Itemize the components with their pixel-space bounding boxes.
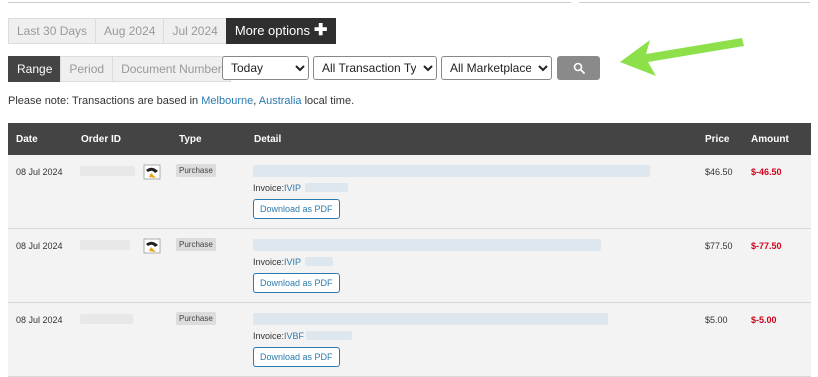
row-amount: $-46.50 [751, 167, 782, 177]
table-row: 08 Jul 2024 Purchase Invoice:IVBF Downlo… [8, 303, 811, 377]
green-arrow-annotation [620, 38, 744, 76]
marketplace-logo-icon [143, 164, 161, 180]
invoice-number-redacted [305, 183, 348, 192]
filter-mode-period[interactable]: Period [60, 56, 114, 82]
row-date: 08 Jul 2024 [16, 315, 63, 325]
timezone-city-link[interactable]: Melbourne [201, 95, 253, 107]
invoice-prefix[interactable]: IVIP [284, 257, 301, 267]
date-range-select[interactable]: Today [222, 56, 309, 80]
row-price: $46.50 [705, 167, 733, 177]
more-options-button[interactable]: More options ✚ [225, 18, 337, 44]
quick-range-aug-2024[interactable]: Aug 2024 [95, 18, 165, 44]
order-id-redacted [80, 314, 133, 324]
header-amount: Amount [751, 134, 789, 145]
invoice-prefix[interactable]: IVBF [284, 331, 304, 341]
quick-range-last-30-days[interactable]: Last 30 Days [8, 18, 97, 44]
transactions-table: Date Order ID Type Detail Price Amount 0… [8, 123, 811, 377]
transaction-type-select[interactable]: All Transaction Types [313, 56, 437, 80]
row-price: $77.50 [705, 241, 733, 251]
invoice-line: Invoice:IVBF [253, 331, 304, 341]
row-amount: $-5.00 [751, 315, 777, 325]
invoice-line: Invoice:IVIP [253, 183, 301, 193]
download-pdf-button[interactable]: Download as PDF [253, 199, 340, 219]
invoice-line: Invoice:IVIP [253, 257, 301, 267]
timezone-comma: , [253, 95, 257, 107]
timezone-note: Please note: Transactions are based in M… [8, 95, 354, 107]
filter-mode-document-number[interactable]: Document Number [112, 56, 231, 82]
timezone-note-prefix: Please note: Transactions are based in [8, 95, 199, 107]
filter-mode-group: Range Period Document Number [8, 56, 231, 82]
row-price: $5.00 [705, 315, 728, 325]
header-order-id: Order ID [81, 134, 122, 145]
invoice-label: Invoice: [253, 183, 285, 193]
order-id-redacted [80, 166, 135, 176]
filter-mode-range[interactable]: Range [8, 56, 62, 82]
top-field-border-left [8, 0, 571, 3]
detail-redacted [253, 165, 650, 177]
invoice-number-redacted [306, 331, 352, 340]
row-amount: $-77.50 [751, 241, 782, 251]
invoice-label: Invoice: [253, 331, 285, 341]
type-badge: Purchase [176, 312, 216, 325]
invoice-number-redacted [305, 257, 333, 266]
detail-redacted [253, 313, 608, 325]
detail-redacted [253, 239, 601, 251]
header-detail: Detail [254, 134, 282, 145]
order-id-redacted [80, 240, 130, 250]
invoice-label: Invoice: [253, 257, 285, 267]
table-row: 08 Jul 2024 Purchase Invoice:IVIP Downlo… [8, 155, 811, 229]
timezone-country-link[interactable]: Australia [259, 95, 302, 107]
download-pdf-button[interactable]: Download as PDF [253, 347, 340, 367]
timezone-note-suffix: local time. [304, 95, 355, 107]
top-field-border-right [579, 0, 810, 3]
marketplace-select[interactable]: All Marketplaces [441, 56, 552, 80]
header-date: Date [16, 134, 38, 145]
type-badge: Purchase [176, 238, 216, 251]
table-row: 08 Jul 2024 Purchase Invoice:IVIP Downlo… [8, 229, 811, 303]
row-date: 08 Jul 2024 [16, 241, 63, 251]
invoice-prefix[interactable]: IVIP [284, 183, 301, 193]
download-pdf-button[interactable]: Download as PDF [253, 273, 340, 293]
marketplace-logo-icon [143, 238, 161, 254]
header-price: Price [705, 134, 730, 145]
plus-icon: ✚ [313, 22, 328, 39]
quick-range-group: Last 30 Days Aug 2024 Jul 2024 More opti… [8, 18, 337, 44]
header-type: Type [179, 134, 202, 145]
search-icon [573, 62, 585, 74]
row-date: 08 Jul 2024 [16, 167, 63, 177]
quick-range-jul-2024[interactable]: Jul 2024 [163, 18, 227, 44]
table-header: Date Order ID Type Detail Price Amount [8, 123, 811, 155]
search-button[interactable] [557, 56, 600, 80]
type-badge: Purchase [176, 164, 216, 177]
more-options-label: More options [234, 23, 310, 38]
